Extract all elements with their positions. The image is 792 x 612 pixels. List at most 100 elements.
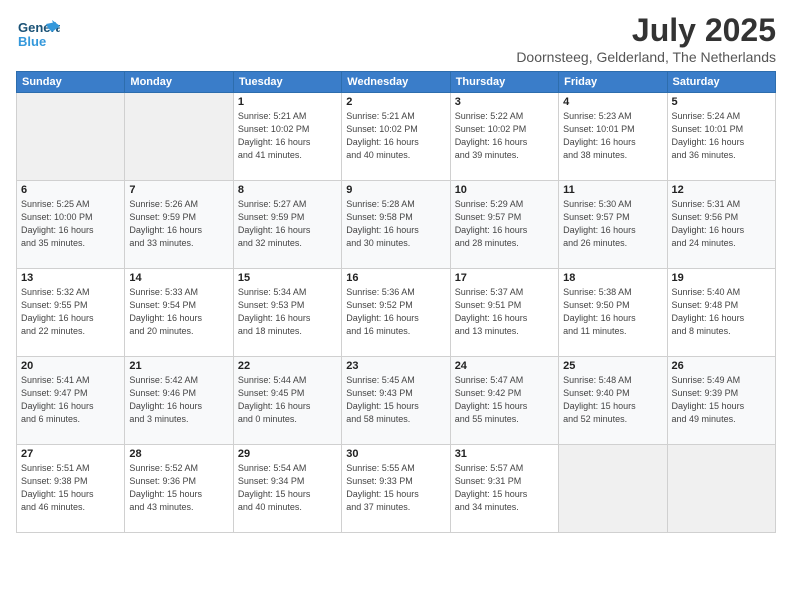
table-row: 26 Sunrise: 5:49 AM Sunset: 9:39 PM Dayli… <box>667 357 775 445</box>
day-number: 20 <box>21 360 120 372</box>
calendar-week-row: 20 Sunrise: 5:41 AM Sunset: 9:47 PM Dayli… <box>17 357 776 445</box>
table-row: 6 Sunrise: 5:25 AM Sunset: 10:00 PM Dayli… <box>17 181 125 269</box>
table-row: 13Sunrise: 5:32 AM Sunset: 9:55 PM Dayli… <box>17 269 125 357</box>
day-number: 18 <box>563 272 662 284</box>
header: General Blue July 2025 Doornsteeg, Gelde… <box>16 12 776 65</box>
day-number: 5 <box>672 96 771 108</box>
day-number: 19 <box>672 272 771 284</box>
day-number: 13 <box>21 272 120 284</box>
day-info: Sunrise: 5:21 AM Sunset: 10:02 PM Daylig… <box>346 110 445 162</box>
table-row: 4 Sunrise: 5:23 AM Sunset: 10:01 PM Dayli… <box>559 93 667 181</box>
logo-icon: General Blue <box>16 12 60 56</box>
day-info: Sunrise: 5:25 AM Sunset: 10:00 PM Daylig… <box>21 198 120 250</box>
table-row: 23Sunrise: 5:45 AM Sunset: 9:43 PM Dayli… <box>342 357 450 445</box>
table-row: 21 Sunrise: 5:42 AM Sunset: 9:46 PM Dayli… <box>125 357 233 445</box>
day-info: Sunrise: 5:23 AM Sunset: 10:01 PM Daylig… <box>563 110 662 162</box>
table-row: 2 Sunrise: 5:21 AM Sunset: 10:02 PM Dayli… <box>342 93 450 181</box>
day-info: Sunrise: 5:31 AM Sunset: 9:56 PM Dayligh… <box>672 198 771 250</box>
table-row <box>559 445 667 533</box>
table-row: 12 Sunrise: 5:31 AM Sunset: 9:56 PM Dayli… <box>667 181 775 269</box>
day-number: 28 <box>129 448 228 460</box>
day-info: Sunrise: 5:28 AM Sunset: 9:58 PM Dayligh… <box>346 198 445 250</box>
day-number: 24 <box>455 360 554 372</box>
day-number: 3 <box>455 96 554 108</box>
day-number: 6 <box>21 184 120 196</box>
day-info: Sunrise: 5:37 AM Sunset: 9:51 PM Dayligh… <box>455 286 554 338</box>
calendar-page: General Blue July 2025 Doornsteeg, Gelde… <box>0 0 792 612</box>
day-info: Sunrise: 5:49 AM Sunset: 9:39 PM Dayligh… <box>672 374 771 426</box>
header-tuesday: Tuesday <box>233 72 341 93</box>
day-info: Sunrise: 5:36 AM Sunset: 9:52 PM Dayligh… <box>346 286 445 338</box>
table-row <box>667 445 775 533</box>
logo: General Blue <box>16 12 60 56</box>
table-row: 11 Sunrise: 5:30 AM Sunset: 9:57 PM Dayli… <box>559 181 667 269</box>
header-sunday: Sunday <box>17 72 125 93</box>
day-number: 17 <box>455 272 554 284</box>
table-row: 31 Sunrise: 5:57 AM Sunset: 9:31 PM Dayli… <box>450 445 558 533</box>
calendar-week-row: 6 Sunrise: 5:25 AM Sunset: 10:00 PM Dayli… <box>17 181 776 269</box>
day-info: Sunrise: 5:40 AM Sunset: 9:48 PM Dayligh… <box>672 286 771 338</box>
table-row: 3Sunrise: 5:22 AM Sunset: 10:02 PM Dayli… <box>450 93 558 181</box>
svg-text:Blue: Blue <box>18 34 46 49</box>
day-info: Sunrise: 5:45 AM Sunset: 9:43 PM Dayligh… <box>346 374 445 426</box>
day-number: 26 <box>672 360 771 372</box>
calendar-week-row: 1Sunrise: 5:21 AM Sunset: 10:02 PM Dayli… <box>17 93 776 181</box>
day-info: Sunrise: 5:42 AM Sunset: 9:46 PM Dayligh… <box>129 374 228 426</box>
table-row: 29 Sunrise: 5:54 AM Sunset: 9:34 PM Dayli… <box>233 445 341 533</box>
table-row: 20 Sunrise: 5:41 AM Sunset: 9:47 PM Dayli… <box>17 357 125 445</box>
day-number: 22 <box>238 360 337 372</box>
day-info: Sunrise: 5:57 AM Sunset: 9:31 PM Dayligh… <box>455 462 554 514</box>
month-year-title: July 2025 <box>516 12 776 49</box>
day-info: Sunrise: 5:27 AM Sunset: 9:59 PM Dayligh… <box>238 198 337 250</box>
calendar-week-row: 13Sunrise: 5:32 AM Sunset: 9:55 PM Dayli… <box>17 269 776 357</box>
header-saturday: Saturday <box>667 72 775 93</box>
table-row: 16Sunrise: 5:36 AM Sunset: 9:52 PM Dayli… <box>342 269 450 357</box>
day-number: 11 <box>563 184 662 196</box>
day-info: Sunrise: 5:44 AM Sunset: 9:45 PM Dayligh… <box>238 374 337 426</box>
day-info: Sunrise: 5:29 AM Sunset: 9:57 PM Dayligh… <box>455 198 554 250</box>
table-row: 9 Sunrise: 5:28 AM Sunset: 9:58 PM Daylig… <box>342 181 450 269</box>
day-info: Sunrise: 5:24 AM Sunset: 10:01 PM Daylig… <box>672 110 771 162</box>
day-number: 21 <box>129 360 228 372</box>
table-row: 22 Sunrise: 5:44 AM Sunset: 9:45 PM Dayli… <box>233 357 341 445</box>
table-row <box>125 93 233 181</box>
table-row: 30Sunrise: 5:55 AM Sunset: 9:33 PM Dayli… <box>342 445 450 533</box>
day-info: Sunrise: 5:47 AM Sunset: 9:42 PM Dayligh… <box>455 374 554 426</box>
day-number: 31 <box>455 448 554 460</box>
table-row: 28Sunrise: 5:52 AM Sunset: 9:36 PM Dayli… <box>125 445 233 533</box>
day-info: Sunrise: 5:54 AM Sunset: 9:34 PM Dayligh… <box>238 462 337 514</box>
day-number: 4 <box>563 96 662 108</box>
day-number: 9 <box>346 184 445 196</box>
table-row: 27Sunrise: 5:51 AM Sunset: 9:38 PM Dayli… <box>17 445 125 533</box>
day-number: 12 <box>672 184 771 196</box>
day-info: Sunrise: 5:33 AM Sunset: 9:54 PM Dayligh… <box>129 286 228 338</box>
header-friday: Friday <box>559 72 667 93</box>
table-row: 24 Sunrise: 5:47 AM Sunset: 9:42 PM Dayli… <box>450 357 558 445</box>
calendar-week-row: 27Sunrise: 5:51 AM Sunset: 9:38 PM Dayli… <box>17 445 776 533</box>
table-row: 19 Sunrise: 5:40 AM Sunset: 9:48 PM Dayli… <box>667 269 775 357</box>
day-info: Sunrise: 5:34 AM Sunset: 9:53 PM Dayligh… <box>238 286 337 338</box>
day-number: 7 <box>129 184 228 196</box>
header-wednesday: Wednesday <box>342 72 450 93</box>
weekday-header-row: Sunday Monday Tuesday Wednesday Thursday… <box>17 72 776 93</box>
location-subtitle: Doornsteeg, Gelderland, The Netherlands <box>516 49 776 65</box>
calendar-table: Sunday Monday Tuesday Wednesday Thursday… <box>16 71 776 533</box>
table-row: 10 Sunrise: 5:29 AM Sunset: 9:57 PM Dayli… <box>450 181 558 269</box>
table-row: 5 Sunrise: 5:24 AM Sunset: 10:01 PM Dayli… <box>667 93 775 181</box>
header-thursday: Thursday <box>450 72 558 93</box>
day-info: Sunrise: 5:41 AM Sunset: 9:47 PM Dayligh… <box>21 374 120 426</box>
day-info: Sunrise: 5:26 AM Sunset: 9:59 PM Dayligh… <box>129 198 228 250</box>
table-row: 1Sunrise: 5:21 AM Sunset: 10:02 PM Dayli… <box>233 93 341 181</box>
day-number: 25 <box>563 360 662 372</box>
day-number: 10 <box>455 184 554 196</box>
table-row: 25 Sunrise: 5:48 AM Sunset: 9:40 PM Dayli… <box>559 357 667 445</box>
table-row: 8Sunrise: 5:27 AM Sunset: 9:59 PM Daylig… <box>233 181 341 269</box>
table-row: 15Sunrise: 5:34 AM Sunset: 9:53 PM Dayli… <box>233 269 341 357</box>
day-info: Sunrise: 5:21 AM Sunset: 10:02 PM Daylig… <box>238 110 337 162</box>
day-info: Sunrise: 5:48 AM Sunset: 9:40 PM Dayligh… <box>563 374 662 426</box>
day-info: Sunrise: 5:30 AM Sunset: 9:57 PM Dayligh… <box>563 198 662 250</box>
table-row: 18Sunrise: 5:38 AM Sunset: 9:50 PM Dayli… <box>559 269 667 357</box>
table-row: 17 Sunrise: 5:37 AM Sunset: 9:51 PM Dayli… <box>450 269 558 357</box>
day-number: 29 <box>238 448 337 460</box>
day-number: 2 <box>346 96 445 108</box>
